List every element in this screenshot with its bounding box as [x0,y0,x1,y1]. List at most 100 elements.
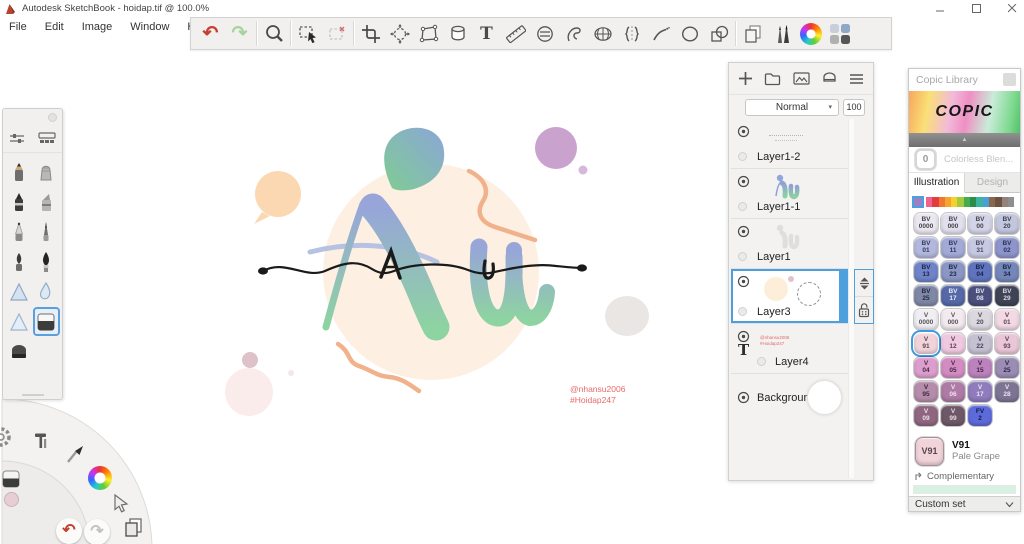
complementary-row[interactable]: Complementary [909,470,1020,483]
copic-marker-v22[interactable]: V 22 [968,333,992,354]
copic-marker-v25[interactable]: V 25 [995,357,1019,378]
tool-eraser[interactable] [5,337,32,366]
menu-image[interactable]: Image [73,21,122,33]
copic-marker-v04[interactable]: V 04 [914,357,938,378]
crop-icon[interactable] [356,20,385,47]
copic-marker-bv25[interactable]: BV 25 [914,285,938,306]
tab-design[interactable]: Design [965,173,1020,192]
copic-marker-bv20[interactable]: BV 20 [995,213,1019,234]
visibility-eye-icon[interactable] [737,125,750,138]
text-icon[interactable]: T [472,20,501,47]
shapes-icon[interactable] [704,20,733,47]
distort-icon[interactable] [414,20,443,47]
ruler-icon[interactable] [501,20,530,47]
copic-marker-v15[interactable]: V 15 [968,357,992,378]
zoom-icon[interactable] [259,20,288,47]
tool-airbrush[interactable] [5,277,32,306]
tool-brush-pen[interactable] [5,247,32,276]
copic-marker-fv2[interactable]: FV 2 [968,405,992,426]
menu-edit[interactable]: Edit [36,21,73,33]
add-layer-icon[interactable] [738,71,753,86]
french-curve-icon[interactable] [559,20,588,47]
family-swatch-13[interactable] [1007,196,1015,207]
tool-inking-pen[interactable] [33,217,60,246]
visibility-eye-icon[interactable] [737,225,750,238]
copic-marker-v01[interactable]: V 01 [995,309,1019,330]
eraser-puck[interactable] [2,470,20,488]
layer-eraser-icon[interactable] [821,71,838,86]
layer-opacity-field[interactable]: 100 [843,98,865,116]
brush-library-icon[interactable] [767,20,796,47]
copic-marker-bv23[interactable]: BV 23 [941,261,965,282]
menu-window[interactable]: Window [121,21,178,33]
transform-icon[interactable] [385,20,414,47]
tool-ballpoint-pen[interactable] [5,217,32,246]
copic-marker-bv02[interactable]: BV 02 [995,237,1019,258]
copic-marker-bv11[interactable]: BV 11 [941,237,965,258]
copic-marker-bv00[interactable]: BV 00 [968,213,992,234]
ellipse-guide-icon[interactable] [530,20,559,47]
copic-marker-v0000[interactable]: V 0000 [914,309,938,330]
copic-marker-v99[interactable]: V 99 [941,405,965,426]
layers-menu-icon[interactable] [849,73,864,85]
unlock-layer-icon[interactable] [855,297,873,323]
layer-row-layer1-1[interactable]: Layer1-1 [731,169,848,219]
tool-flood-fill[interactable] [32,307,60,336]
copic-marker-bv04[interactable]: BV 04 [968,261,992,282]
copic-marker-v91[interactable]: V 91 [914,333,938,354]
copic-marker-v95[interactable]: V 95 [914,381,938,402]
import-image-icon[interactable] [792,71,810,86]
close-button[interactable] [1006,3,1018,15]
copic-marker-v93[interactable]: V 93 [995,333,1019,354]
palette-knob[interactable] [48,113,57,122]
copic-marker-v20[interactable]: V 20 [968,309,992,330]
selected-scroll-thumb[interactable] [839,271,846,321]
perspective-icon[interactable] [588,20,617,47]
copic-marker-v12[interactable]: V 12 [941,333,965,354]
ellipse-icon[interactable] [675,20,704,47]
copic-swatches-icon[interactable] [825,20,854,47]
copic-marker-v09[interactable]: V 09 [914,405,938,426]
tools-icon[interactable] [31,431,51,451]
blend-mode-dropdown[interactable]: Normal ▾ [745,98,839,116]
color-wheel-icon[interactable] [796,20,825,47]
visibility-eye-icon[interactable] [737,175,750,188]
tool-crayon[interactable] [33,157,60,186]
tab-illustration[interactable]: Illustration [909,173,965,193]
undo-button[interactable]: ↶ [56,518,82,544]
copic-panel-button[interactable] [1003,73,1016,86]
family-swatch-selected[interactable] [912,195,924,208]
brush-icon[interactable] [64,444,86,466]
tool-watercolor[interactable] [5,307,32,336]
copic-marker-bv0000[interactable]: BV 0000 [914,213,938,234]
maximize-button[interactable] [970,3,982,15]
copic-marker-v28[interactable]: V 28 [995,381,1019,402]
layer-row-layer1[interactable]: Layer1 [731,219,848,269]
gear-icon[interactable] [0,425,13,449]
redo-icon[interactable]: ↷ [225,20,254,47]
selection-icon[interactable] [293,20,322,47]
minimize-button[interactable] [934,3,946,15]
current-color-swatch[interactable]: V91 [915,436,944,466]
steady-stroke-icon[interactable] [646,20,675,47]
custom-set-dropdown[interactable]: Custom set [909,496,1020,511]
reorder-layer-icon[interactable] [855,270,873,297]
copic-marker-bv000[interactable]: BV 000 [941,213,965,234]
copic-marker-bv17[interactable]: BV 17 [941,285,965,306]
copic-marker-v000[interactable]: V 000 [941,309,965,330]
copy-layers-icon[interactable] [738,20,767,47]
copic-marker-bv08[interactable]: BV 08 [968,285,992,306]
redo-button[interactable]: ↷ [84,519,110,544]
tool-marker[interactable] [5,187,32,216]
layer-row-layer4[interactable]: T @nhansu2006 #Hoidap247 Layer4 [731,324,848,374]
tool-pencil[interactable] [5,157,32,186]
copic-marker-bv31[interactable]: BV 31 [968,237,992,258]
menu-file[interactable]: File [0,21,36,33]
copic-marker-v05[interactable]: V 05 [941,357,965,378]
layers-icon[interactable] [122,516,144,538]
tool-paint-brush[interactable] [33,247,60,276]
color-wheel-icon[interactable] [88,466,112,490]
undo-icon[interactable]: ↶ [196,20,225,47]
copic-marker-v17[interactable]: V 17 [968,381,992,402]
copic-marker-bv01[interactable]: BV 01 [914,237,938,258]
